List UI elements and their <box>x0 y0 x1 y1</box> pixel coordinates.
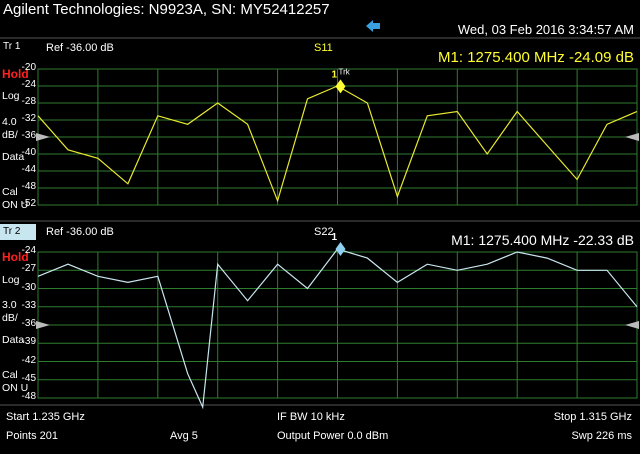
trace2-tick-label: -39 <box>21 336 36 348</box>
trace1-tick-label: -52 <box>21 198 36 209</box>
average-count[interactable]: Avg 5 <box>170 430 198 442</box>
trace1-ref-marker-right <box>625 133 639 141</box>
trace2-ref-marker-left <box>36 321 50 329</box>
trace1-marker-diamond <box>335 79 346 94</box>
points-count[interactable]: Points 201 <box>6 430 58 442</box>
trace1-tick-label: -48 <box>21 181 36 192</box>
trace1-marker-tag: Trk <box>338 67 350 76</box>
trace1-ref-level: Ref -36.00 dB <box>46 42 114 54</box>
output-power[interactable]: Output Power 0.0 dBm <box>277 430 388 442</box>
trace1-tick-label: -40 <box>21 147 36 158</box>
trace2-tick-label: -36 <box>21 318 36 329</box>
trace2-tick-label: -24 <box>21 245 36 256</box>
trace1-marker-readout: M1: 1275.400 MHz -24.09 dB <box>438 49 634 66</box>
trace1-tick-label: -32 <box>21 113 36 124</box>
trace1-tick-label: -24 <box>21 79 36 90</box>
if-bandwidth[interactable]: IF BW 10 kHz <box>277 411 345 423</box>
trace2-marker-readout: M1: 1275.400 MHz -22.33 dB <box>451 232 634 248</box>
trace1-tick-label: -28 <box>21 96 36 107</box>
trace1-tick-label: -36 <box>21 130 36 141</box>
trace2-tick-label: -42 <box>21 354 36 366</box>
trace1-selector[interactable]: Tr 1 <box>0 41 39 55</box>
trace1-ref-marker-left <box>36 133 50 141</box>
trace2-sparam[interactable]: S22 <box>314 226 334 238</box>
trace2-tick-label: -33 <box>21 299 36 311</box>
sweep-time[interactable]: Swp 226 ms <box>571 430 632 442</box>
trace2-tick-label: -45 <box>21 372 36 384</box>
trace2-selector[interactable]: Tr 2 <box>0 224 36 240</box>
trace2-ref-level: Ref -36.00 dB <box>46 226 114 238</box>
trace2-tick-label: -27 <box>21 263 36 275</box>
trace2-marker-diamond <box>335 241 346 256</box>
trace1-tick-label: -20 <box>21 62 36 73</box>
trace2-tick-label: -48 <box>21 391 36 402</box>
trace1-sparam[interactable]: S11 <box>314 42 333 54</box>
start-frequency[interactable]: Start 1.235 GHz <box>6 411 85 423</box>
stop-frequency[interactable]: Stop 1.315 GHz <box>554 411 632 423</box>
trace1-marker-label: 1 <box>331 69 337 80</box>
trace2-tick-label: -30 <box>21 281 36 293</box>
trace1-tick-label: -44 <box>21 164 36 175</box>
trace2-ref-marker-right <box>625 321 639 329</box>
